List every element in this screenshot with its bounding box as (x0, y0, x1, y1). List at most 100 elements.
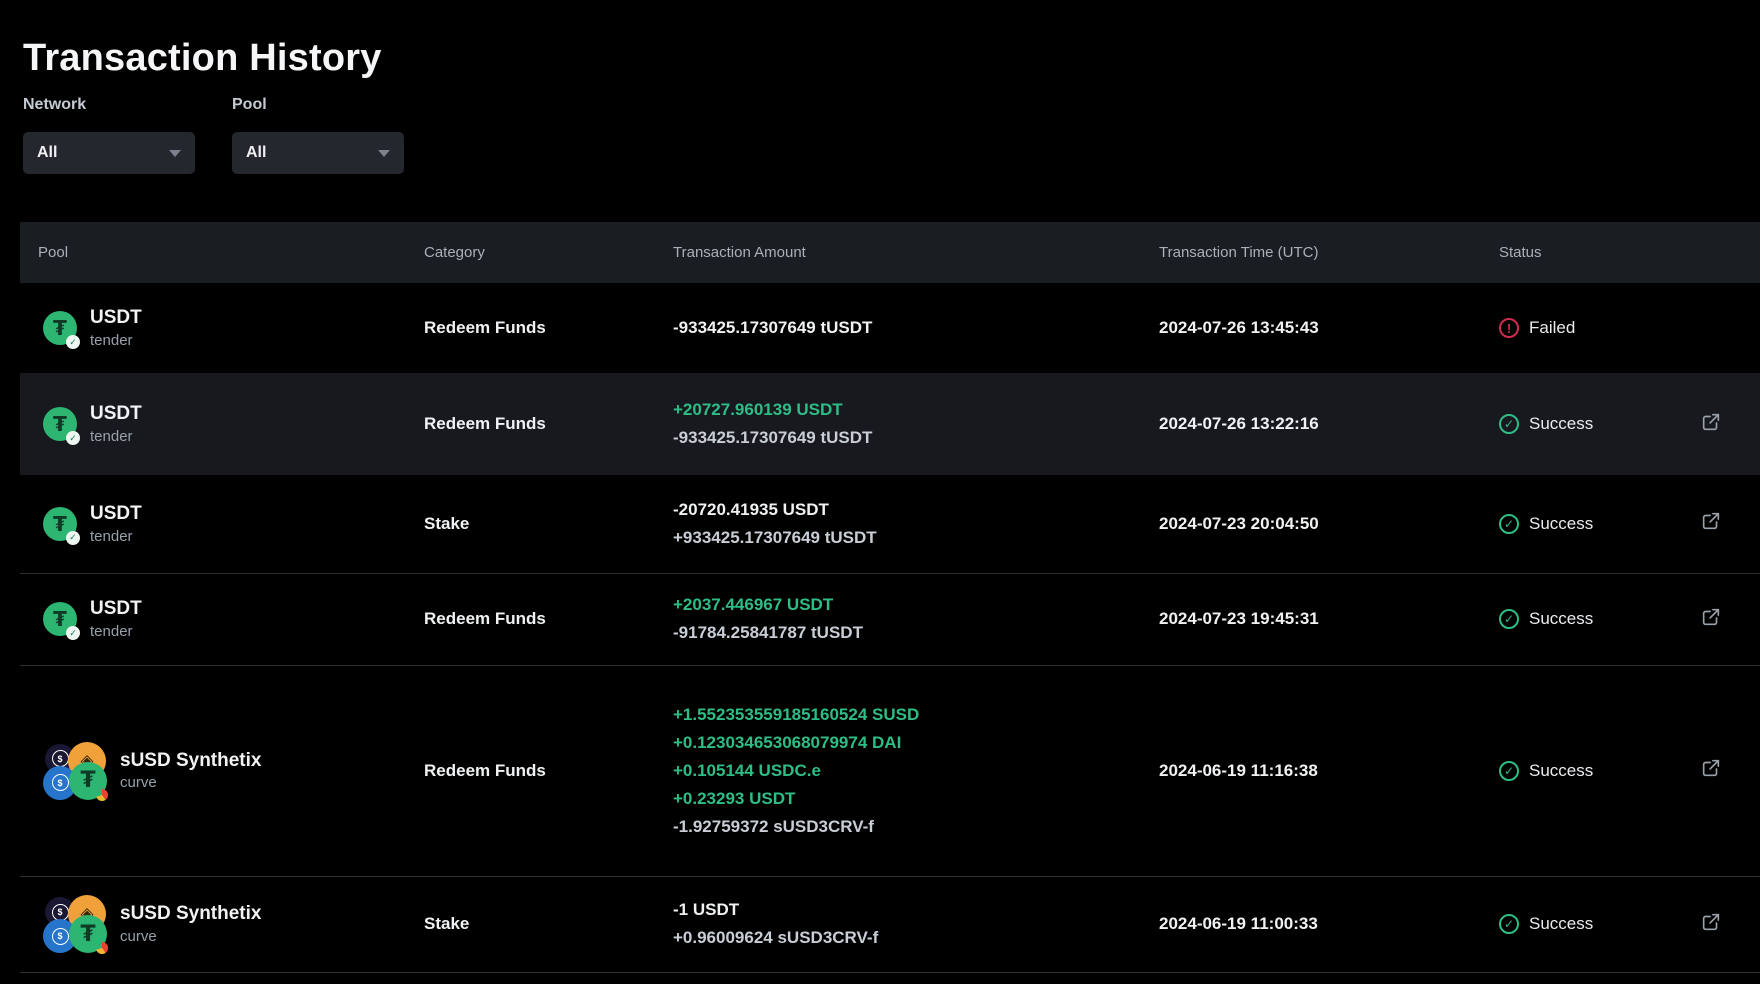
amount-cell: -933425.17307649 tUSDT (673, 283, 1159, 373)
external-link-icon[interactable] (1700, 606, 1722, 628)
status-cell: ✓Success (1499, 414, 1690, 434)
amount-line: +933425.17307649 tUSDT (673, 524, 1159, 552)
amount-line: +0.123034653068079974 DAI (673, 729, 1159, 757)
link-cell (1690, 283, 1760, 373)
verified-check-badge: ✓ (66, 431, 80, 445)
amount-cell: +20727.960139 USDT-933425.17307649 tUSDT (673, 373, 1159, 475)
external-link-icon[interactable] (1700, 757, 1722, 779)
pool-network: tender (90, 623, 142, 640)
amount-line: -91784.25841787 tUSDT (673, 619, 1159, 647)
network-filter-select[interactable]: All (23, 132, 195, 174)
pool-network: tender (90, 428, 142, 445)
column-header-status: Status (1499, 222, 1690, 283)
amount-line: +0.23293 USDT (673, 785, 1159, 813)
table-row[interactable]: $◈$₮sUSD SynthetixcurveStake-1 USDT+0.96… (20, 876, 1760, 972)
tether-symbol: ₮ (53, 318, 67, 338)
transaction-history-page: { "title": "Transaction History", "filte… (0, 0, 1760, 984)
pool-name: USDT (90, 503, 142, 525)
amount-line: +0.96009624 sUSD3CRV-f (673, 924, 1159, 952)
pool-cell: ₮✓USDTtender (20, 307, 424, 349)
link-cell (1690, 373, 1760, 475)
status-cell: ✓ Success (1499, 761, 1690, 781)
table-header-row: Pool Category Transaction Amount Transac… (20, 222, 1760, 283)
curve-mini-badge (96, 942, 108, 954)
pool-name: sUSD Synthetix (120, 750, 261, 772)
tether-coin-icon: ₮ (69, 762, 107, 800)
success-check-icon: ✓ (1499, 761, 1519, 781)
category-cell: Redeem Funds (424, 573, 673, 665)
link-cell (1690, 475, 1760, 573)
link-cell (1690, 573, 1760, 665)
success-check-icon: ✓ (1499, 609, 1519, 629)
transaction-table: Pool Category Transaction Amount Transac… (20, 222, 1760, 984)
failed-circle-icon: ! (1499, 318, 1519, 338)
table-row[interactable]: ₮✓USDTtenderRedeem Funds-933425.17307649… (20, 283, 1760, 373)
pool-name: sUSD Synthetix (120, 903, 261, 925)
amount-line: -933425.17307649 tUSDT (673, 314, 1159, 342)
usdt-coin-icon: ₮✓ (43, 407, 77, 441)
pool-filter-label: Pool (232, 96, 404, 114)
pool-network: tender (90, 528, 142, 545)
time-cell: 2024-07-26 13:22:16 (1159, 373, 1499, 475)
amount-line: +0.105144 USDC.e (673, 757, 1159, 785)
time-cell: 2024-07-26 13:45:43 (1159, 283, 1499, 373)
link-cell (1690, 876, 1760, 972)
verified-check-badge: ✓ (66, 531, 80, 545)
pool-name: USDT (90, 307, 142, 329)
usdt-coin-icon: ₮✓ (43, 602, 77, 636)
status-label: Success (1529, 914, 1593, 934)
amount-line: +1.552353559185160524 SUSD (673, 701, 1159, 729)
external-link-icon[interactable] (1700, 411, 1722, 433)
amount-cell: +2037.446967 USDT-91784.25841787 tUSDT (673, 573, 1159, 665)
time-cell: 2024-06-19 11:16:38 (1159, 665, 1499, 876)
pool-cell: ₮✓ USDT tender (20, 598, 424, 640)
amount-cell: -1 USDT+0.96009624 sUSD3CRV-f (673, 876, 1159, 972)
amount-line: +2037.446967 USDT (673, 591, 1159, 619)
table-row[interactable]: ₮✓USDTtenderRedeem Funds+2037.446967 USD… (20, 573, 1760, 665)
pool-cell: ₮✓ USDT tender (20, 503, 424, 545)
amount-line: -20720.41935 USDT (673, 496, 1159, 524)
category-cell: Redeem Funds (424, 283, 673, 373)
verified-check-badge: ✓ (66, 335, 80, 349)
amount-line: +20727.960139 USDT (673, 396, 1159, 424)
usdt-coin-icon: ₮✓ (43, 507, 77, 541)
column-header-category: Category (424, 222, 673, 283)
external-link-icon[interactable] (1700, 510, 1722, 532)
verified-check-badge: ✓ (66, 626, 80, 640)
chevron-down-icon (378, 150, 390, 157)
curve-mini-badge (96, 789, 108, 801)
susd-synthetix-cluster-icon: $◈$₮ (43, 742, 107, 800)
network-filter-value: All (37, 144, 57, 162)
status-cell: ✓Success (1499, 914, 1690, 934)
status-cell: ✓Success (1499, 609, 1690, 629)
network-filter-label: Network (23, 96, 195, 114)
success-check-icon: ✓ (1499, 514, 1519, 534)
table-row[interactable]: ₮✓ USDT tender Redeem Funds+20727.960139 US… (20, 373, 1760, 475)
table-row[interactable]: $◈$₮sUSD SynthetixcurveRedeem Funds+1.55… (20, 665, 1760, 876)
pool-cell: $◈$₮sUSD Synthetixcurve (20, 742, 424, 800)
column-header-pool: Pool (20, 222, 424, 283)
filters-bar: Network All Pool All (23, 96, 404, 174)
status-cell: !Failed (1499, 318, 1690, 338)
pool-name: USDT (90, 403, 142, 425)
pool-name: USDT (90, 598, 142, 620)
success-check-icon: ✓ (1499, 414, 1519, 434)
amount-line: -933425.17307649 tUSDT (673, 424, 1159, 452)
pool-filter-value: All (246, 144, 266, 162)
pool-filter-select[interactable]: All (232, 132, 404, 174)
status-label: Success (1529, 761, 1593, 781)
pool-network: curve (120, 928, 261, 945)
pool-filter-group: Pool All (232, 96, 404, 174)
category-cell: Redeem Funds (424, 665, 673, 876)
column-header-actions (1690, 222, 1760, 283)
table-row[interactable]: ₮✓USDTtenderStake-20720.41935 USDT+93342… (20, 475, 1760, 573)
external-link-icon[interactable] (1700, 911, 1722, 933)
category-cell: Redeem Funds (424, 373, 673, 475)
amount-line: -1 USDT (673, 896, 1159, 924)
tether-symbol: ₮ (53, 609, 67, 629)
tether-symbol: ₮ (53, 514, 67, 534)
page-title: Transaction History (23, 37, 382, 80)
usdt-coin-icon: ₮✓ (43, 311, 77, 345)
amount-cell: -20720.41935 USDT+933425.17307649 tUSDT (673, 475, 1159, 573)
network-filter-group: Network All (23, 96, 195, 174)
